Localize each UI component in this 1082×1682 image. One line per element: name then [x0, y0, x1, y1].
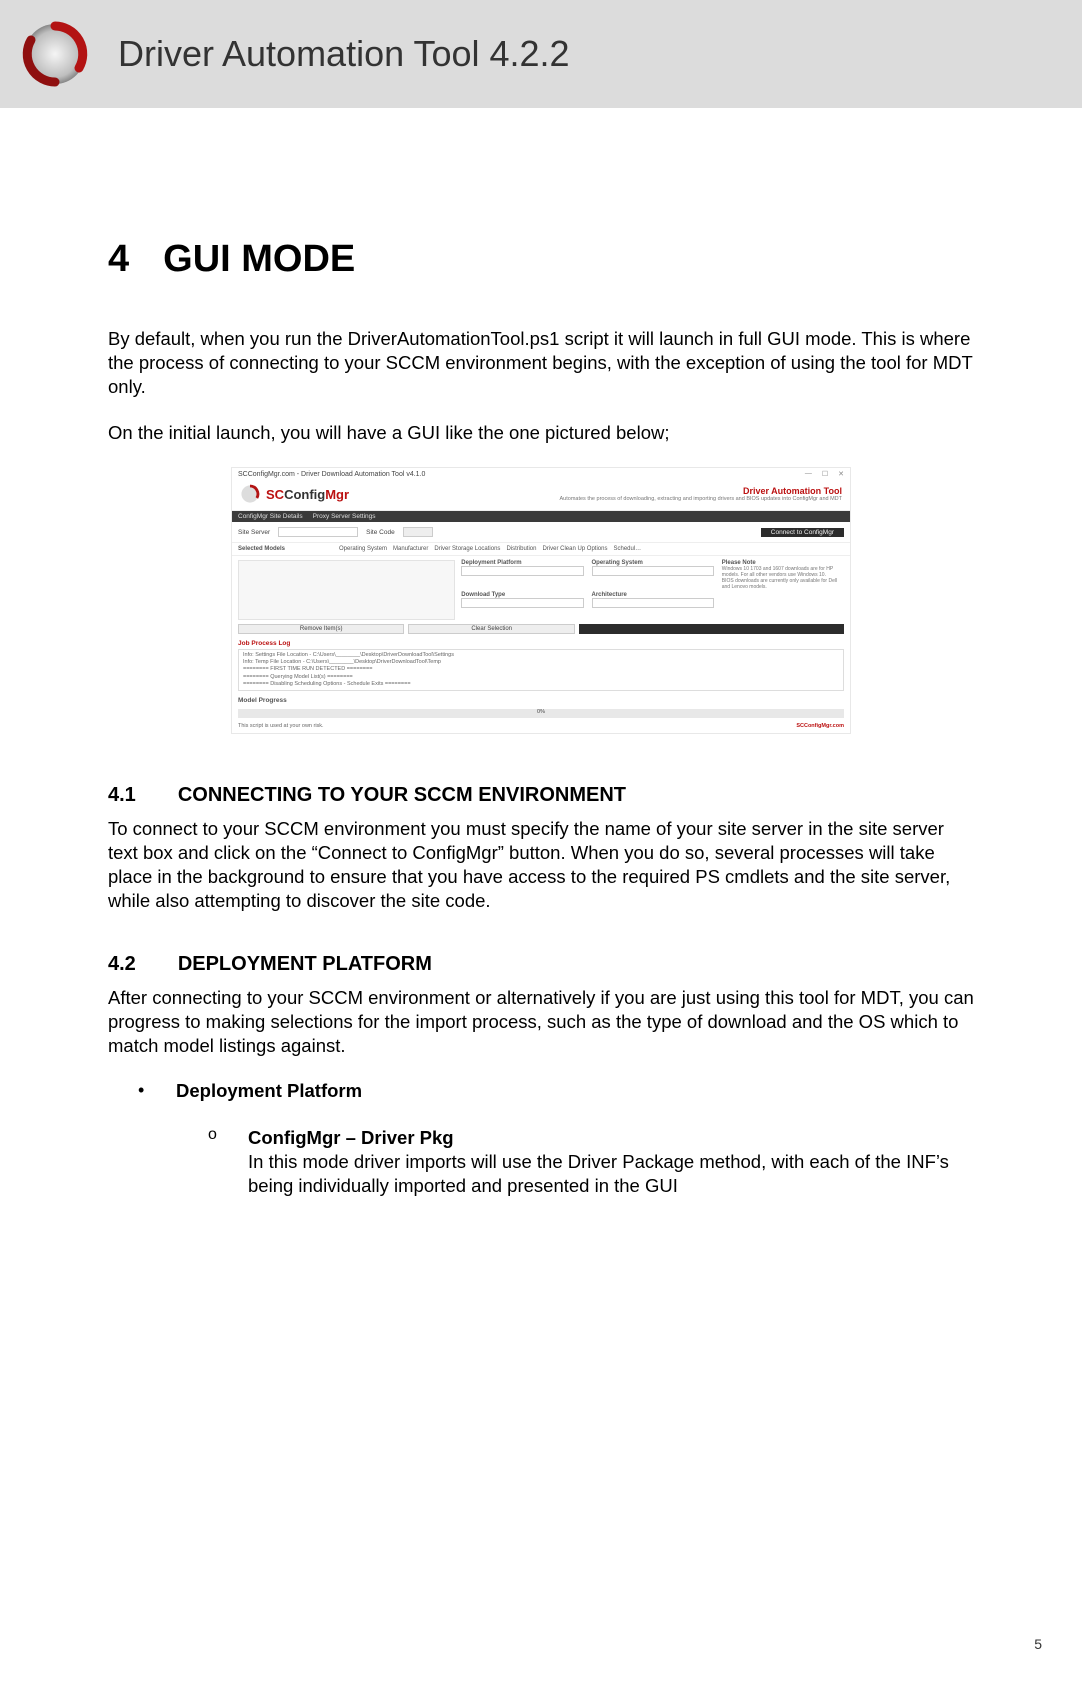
intro-paragraph-2: On the initial launch, you will have a G…: [108, 421, 974, 445]
bullet-label: Deployment Platform: [176, 1080, 362, 1102]
app-header-subtitle: Automates the process of downloading, ex…: [560, 496, 842, 502]
clear-button[interactable]: Clear Selection: [408, 624, 574, 634]
page-title: Driver Automation Tool 4.2.2: [118, 33, 570, 75]
connect-button[interactable]: Connect to ConfigMgr: [761, 528, 844, 537]
job-log: Info: Settings File Location - C:\Users\…: [238, 649, 844, 691]
app-titlebar: SCConfigMgr.com - Driver Download Automa…: [232, 468, 850, 480]
intro-paragraph-1: By default, when you run the DriverAutom…: [108, 327, 974, 399]
sub-bullet-title: ConfigMgr – Driver Pkg: [248, 1127, 454, 1148]
brand-post: Mgr: [325, 487, 349, 502]
logo-icon: [20, 19, 90, 89]
close-icon[interactable]: ✕: [838, 470, 844, 478]
site-row: Site Server Site Code Connect to ConfigM…: [232, 522, 850, 543]
brand-text: SCConfigMgr: [266, 487, 349, 502]
column-tabs: Selected Models Operating System Manufac…: [232, 543, 850, 556]
tab-schedule[interactable]: Schedul…: [613, 546, 641, 552]
section-title: GUI MODE: [163, 238, 355, 281]
subsection-4-2-heading: 4.2 DEPLOYMENT PLATFORM: [108, 953, 974, 976]
download-type-select[interactable]: [461, 598, 583, 608]
subsection-4-2-body: After connecting to your SCCM environmen…: [108, 986, 974, 1058]
brand-logo-icon: [240, 484, 260, 504]
footer-link[interactable]: SCConfigMgr.com: [796, 723, 844, 729]
tab-storage[interactable]: Driver Storage Locations: [434, 546, 500, 552]
app-header-title: Driver Automation Tool: [560, 486, 842, 496]
start-button[interactable]: [579, 624, 844, 634]
action-buttons: Remove Item(s) Clear Selection: [232, 624, 850, 638]
tab-configmgr-site[interactable]: ConfigMgr Site Details: [238, 513, 303, 520]
log-line: ======== FIRST TIME RUN DETECTED =======…: [243, 666, 839, 673]
app-footer: This script is used at your own risk. SC…: [232, 721, 850, 733]
tab-proxy-settings[interactable]: Proxy Server Settings: [313, 513, 376, 520]
log-line: ======== Disabling Scheduling Options - …: [243, 681, 839, 688]
app-window-title: SCConfigMgr.com - Driver Download Automa…: [238, 471, 425, 478]
job-log-heading: Job Process Log: [232, 638, 850, 649]
options-panel: Deployment Platform Operating System Ple…: [461, 560, 844, 620]
tab-os[interactable]: Operating System: [339, 546, 387, 552]
subsection-title: CONNECTING TO YOUR SCCM ENVIRONMENT: [178, 784, 626, 807]
site-server-label: Site Server: [238, 529, 270, 536]
footer-disclaimer: This script is used at your own risk.: [238, 723, 324, 729]
subsection-number: 4.1: [108, 784, 136, 807]
col-selected-models: Selected Models: [238, 546, 333, 552]
remove-button[interactable]: Remove Item(s): [238, 624, 404, 634]
brand-mid: Config: [284, 487, 325, 502]
log-line: Info: Settings File Location - C:\Users\…: [243, 652, 839, 659]
sub-bullet-icon: o: [208, 1126, 248, 1144]
subsection-number: 4.2: [108, 953, 136, 976]
deployment-platform-select[interactable]: [461, 566, 583, 576]
main-panel: Deployment Platform Operating System Ple…: [232, 556, 850, 624]
model-progress-label: Model Progress: [232, 695, 850, 706]
section-number: 4: [108, 238, 129, 281]
app-header: SCConfigMgr Driver Automation Tool Autom…: [232, 480, 850, 511]
app-brand: SCConfigMgr: [240, 484, 349, 504]
progress-bar: 0%: [238, 709, 844, 718]
please-note-text: Windows 10 1703 and 1607 downloads are f…: [722, 566, 844, 590]
tab-distribution[interactable]: Distribution: [506, 546, 536, 552]
maximize-icon[interactable]: ☐: [822, 470, 828, 478]
progress-value: 0%: [537, 709, 545, 715]
bullet-item: • Deployment Platform: [138, 1080, 974, 1102]
app-window: SCConfigMgr.com - Driver Download Automa…: [231, 467, 851, 734]
log-line: Info: Temp File Location - C:\Users\____…: [243, 659, 839, 666]
log-line: ======== Querying Model List(s) ========: [243, 674, 839, 681]
architecture-select[interactable]: [592, 598, 714, 608]
site-code-input[interactable]: [403, 527, 433, 537]
subsection-title: DEPLOYMENT PLATFORM: [178, 953, 432, 976]
bullet-icon: •: [138, 1080, 176, 1101]
page-header: Driver Automation Tool 4.2.2: [0, 0, 1082, 108]
app-screenshot-figure: SCConfigMgr.com - Driver Download Automa…: [231, 467, 851, 734]
site-server-input[interactable]: [278, 527, 358, 537]
app-main-tabs: ConfigMgr Site Details Proxy Server Sett…: [232, 511, 850, 522]
brand-pre: SC: [266, 487, 284, 502]
site-code-label: Site Code: [366, 529, 395, 536]
sub-bullet-item: o ConfigMgr – Driver Pkg In this mode dr…: [208, 1126, 974, 1198]
sub-bullet-body: ConfigMgr – Driver Pkg In this mode driv…: [248, 1126, 974, 1198]
sub-bullet-text: In this mode driver imports will use the…: [248, 1151, 949, 1196]
window-controls: — ☐ ✕: [805, 470, 844, 478]
page-body: 4 GUI MODE By default, when you run the …: [0, 108, 1082, 1198]
page-number: 5: [1034, 1636, 1042, 1652]
operating-system-select[interactable]: [592, 566, 714, 576]
app-header-right: Driver Automation Tool Automates the pro…: [560, 486, 842, 502]
selected-models-list[interactable]: [238, 560, 455, 620]
subsection-4-1-heading: 4.1 CONNECTING TO YOUR SCCM ENVIRONMENT: [108, 784, 974, 807]
minimize-icon[interactable]: —: [805, 470, 812, 478]
section-heading: 4 GUI MODE: [108, 238, 974, 281]
tab-cleanup[interactable]: Driver Clean Up Options: [542, 546, 607, 552]
tab-manufacturer[interactable]: Manufacturer: [393, 546, 428, 552]
subsection-4-1-body: To connect to your SCCM environment you …: [108, 817, 974, 913]
